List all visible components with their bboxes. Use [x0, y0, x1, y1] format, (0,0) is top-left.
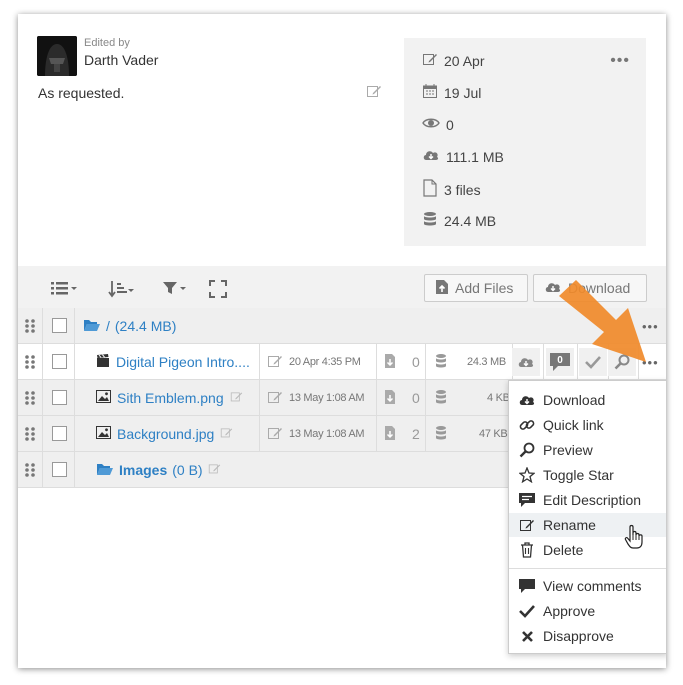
drag-handle-icon[interactable]	[24, 319, 36, 333]
row-checkbox[interactable]	[52, 354, 67, 369]
meta-size: 24.4 MB	[422, 211, 496, 230]
menu-item-preview[interactable]: Preview	[509, 438, 666, 462]
file-icon	[422, 179, 438, 200]
size-cell: 4 KB	[435, 380, 510, 416]
meta-date: 19 Jul	[422, 83, 481, 102]
add-files-button[interactable]: Add Files	[424, 274, 528, 302]
row-checkbox[interactable]	[52, 426, 67, 441]
trash-icon	[518, 542, 536, 558]
menu-item-toggle-star[interactable]: Toggle Star	[509, 463, 666, 487]
menu-item-edit-description[interactable]: Edit Description	[509, 488, 666, 512]
avatar	[37, 36, 77, 76]
download-file-icon	[384, 425, 396, 444]
rename-icon[interactable]	[230, 390, 243, 406]
menu-divider	[509, 568, 666, 569]
fullscreen-icon[interactable]	[209, 280, 227, 302]
close-icon	[518, 630, 536, 643]
download-action-icon[interactable]	[512, 348, 540, 376]
meta-files: 3 files	[422, 179, 481, 200]
rename-icon[interactable]	[208, 462, 221, 478]
comment-icon	[518, 578, 536, 594]
folder-name-cell[interactable]: Images (0 B)	[96, 452, 221, 488]
row-checkbox[interactable]	[52, 318, 67, 333]
row-checkbox[interactable]	[52, 390, 67, 405]
menu-item-download[interactable]: Download	[509, 388, 666, 412]
link-icon	[518, 417, 536, 433]
description-text: As requested.	[38, 85, 125, 101]
sort-icon[interactable]	[108, 280, 136, 302]
meta-downloaded: 111.1 MB	[422, 147, 504, 166]
eye-icon	[422, 115, 440, 134]
edit-icon	[267, 353, 283, 372]
downloads-cell: 0	[384, 380, 420, 416]
image-file-icon	[96, 426, 111, 442]
context-menu: Download Quick link Preview Toggle Star …	[508, 380, 666, 654]
download-file-icon	[384, 389, 396, 408]
cloud-download-icon	[518, 392, 536, 408]
annotation-arrow	[556, 274, 656, 371]
size-cell: 47 KB	[435, 416, 508, 452]
more-options-icon[interactable]: •••	[610, 52, 630, 70]
drag-handle-icon[interactable]	[24, 463, 36, 477]
edit-icon	[267, 389, 283, 408]
search-icon	[518, 442, 536, 458]
edited-by-label: Edited by	[84, 37, 130, 49]
star-icon	[518, 467, 536, 483]
list-view-icon[interactable]	[50, 280, 78, 300]
folder-open-icon	[83, 318, 101, 335]
video-file-icon	[96, 353, 110, 371]
menu-item-view-comments[interactable]: View comments	[509, 574, 666, 598]
edit-icon	[422, 51, 438, 70]
drag-handle-icon[interactable]	[24, 391, 36, 405]
calendar-icon	[422, 83, 438, 102]
check-icon	[518, 604, 536, 618]
database-icon	[422, 211, 438, 230]
size-cell: 24.3 MB	[435, 344, 506, 380]
root-folder[interactable]: / (24.4 MB)	[83, 308, 176, 344]
menu-item-disapprove[interactable]: Disapprove	[509, 624, 666, 648]
database-icon	[435, 389, 447, 408]
hand-cursor-icon	[624, 524, 644, 555]
edit-icon	[518, 517, 536, 533]
date-cell: 20 Apr 4:35 PM	[267, 344, 361, 380]
row-checkbox[interactable]	[52, 462, 67, 477]
file-name-cell[interactable]: Digital Pigeon Intro....	[96, 344, 250, 380]
edit-description-icon[interactable]	[366, 83, 382, 104]
date-cell: 13 May 1:08 AM	[267, 416, 365, 452]
file-name-cell[interactable]: Sith Emblem.png	[96, 380, 243, 416]
filter-icon[interactable]	[162, 280, 188, 300]
downloads-cell: 2	[384, 416, 420, 452]
folder-open-icon	[96, 462, 114, 479]
database-icon	[435, 425, 447, 444]
edit-icon	[267, 425, 283, 444]
upload-file-icon	[435, 279, 449, 298]
rename-icon[interactable]	[220, 426, 233, 442]
image-file-icon	[96, 390, 111, 406]
date-cell: 13 May 1:08 AM	[267, 380, 365, 416]
meta-modified: 20 Apr	[422, 51, 484, 70]
downloads-cell: 0	[384, 344, 420, 380]
menu-item-quick-link[interactable]: Quick link	[509, 413, 666, 437]
drag-handle-icon[interactable]	[24, 427, 36, 441]
comment-icon	[518, 492, 536, 508]
database-icon	[435, 353, 447, 372]
menu-item-approve[interactable]: Approve	[509, 599, 666, 623]
download-file-icon	[384, 353, 396, 372]
file-name-cell[interactable]: Background.jpg	[96, 416, 233, 452]
app-frame: Edited by Darth Vader As requested. ••• …	[18, 14, 666, 668]
meta-views: 0	[422, 115, 454, 134]
meta-panel: ••• 20 Apr 19 Jul 0 111.1 MB 3 files 24.…	[404, 38, 646, 246]
drag-handle-icon[interactable]	[24, 355, 36, 369]
cloud-download-icon	[422, 147, 440, 166]
author-name: Darth Vader	[84, 52, 159, 68]
